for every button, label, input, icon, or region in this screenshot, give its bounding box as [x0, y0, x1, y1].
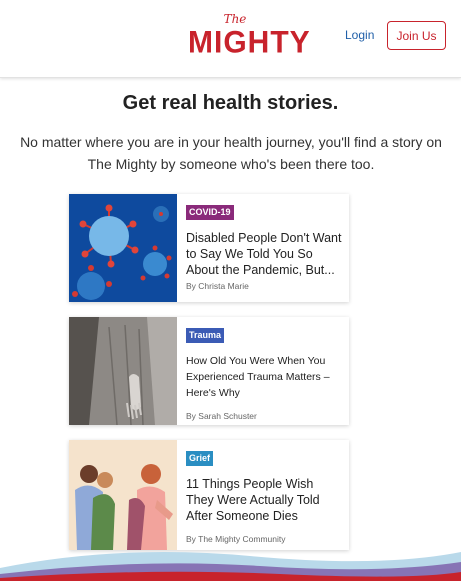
story-card-covid[interactable]: COVID-19 Disabled People Don't Want to S… — [69, 194, 349, 302]
story-card-body: COVID-19 Disabled People Don't Want to S… — [186, 202, 342, 291]
tag-badge[interactable]: Grief — [186, 451, 214, 466]
story-card-body: Grief 11 Things People Wish They Were Ac… — [186, 448, 342, 544]
story-card-body: Trauma How Old You Were When You Experie… — [186, 325, 342, 421]
page-headline: Get real health stories. — [122, 92, 339, 114]
story-author[interactable]: By Sarah Schuster — [186, 411, 342, 421]
logo-mighty-text: MIGHTY — [188, 25, 311, 60]
story-card-grief[interactable]: Grief 11 Things People Wish They Were Ac… — [69, 440, 349, 550]
story-title[interactable]: Disabled People Don't Want to Say We Tol… — [186, 230, 342, 278]
coronavirus-image[interactable] — [69, 194, 177, 302]
story-title[interactable]: 11 Things People Wish They Were Actually… — [186, 476, 342, 524]
logo-the-text: The — [223, 12, 247, 26]
page-subtext: No matter where you are in your health j… — [20, 134, 442, 172]
child-hand-image[interactable] — [69, 317, 177, 425]
hugging-people-image[interactable] — [69, 440, 177, 550]
story-card-trauma[interactable]: Trauma How Old You Were When You Experie… — [69, 317, 349, 425]
the-mighty-logo[interactable]: The MIGHTY — [188, 12, 311, 64]
tag-badge[interactable]: COVID-19 — [186, 205, 234, 220]
join-us-button[interactable]: Join Us — [387, 21, 446, 50]
site-header: The MIGHTY Login Join Us — [0, 0, 461, 78]
story-title[interactable]: How Old You Were When You Experienced Tr… — [186, 353, 342, 401]
decorative-wave — [0, 552, 461, 581]
tag-badge[interactable]: Trauma — [186, 328, 225, 343]
login-link[interactable]: Login — [345, 28, 374, 42]
story-author[interactable]: By Christa Marie — [186, 281, 342, 291]
